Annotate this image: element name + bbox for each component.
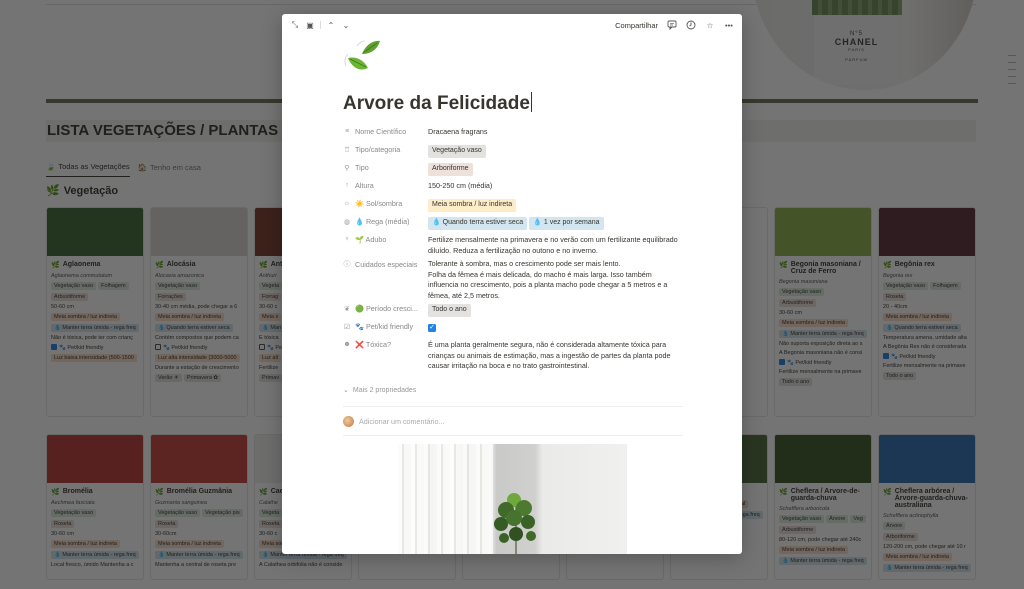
property-value[interactable]: Meia sombra / luz indireta [428,196,518,212]
property-tag[interactable]: Todo o ano [428,304,471,317]
trophy-icon: ♖ [343,146,351,154]
fertilizer-icon: ♆ [344,236,350,243]
property-key[interactable]: ☑ 🐾 Pet/kid friendly [343,319,428,331]
property-row: ☻ ❌ Tóxica? É uma planta geralmente segura… [343,337,683,372]
property-value[interactable]: Vegetação vaso [428,142,488,158]
modal-topbar: ⤡ ▣ ⌃ ⌄ Compartilhar ☆ ••• [282,14,742,36]
property-name: 🐾 Pet/kid friendly [355,322,414,331]
property-value[interactable]: É uma planta geralmente segura, não é co… [428,337,683,372]
property-text: 150-250 cm (média) [428,181,493,190]
more-icon[interactable]: ••• [724,20,734,30]
property-row: ◍ 💧 Rega (média) 💧 Quando terra estiver se… [343,214,683,232]
property-value[interactable]: Fertilize mensalmente na primavera e no … [428,232,683,256]
plant-photo [398,444,627,554]
property-value[interactable]: Dracaena fragrans [428,124,683,138]
property-key[interactable]: ♖ Tipo/categoria [343,142,428,154]
avatar [343,416,354,427]
page-peek-modal: ⤡ ▣ ⌃ ⌄ Compartilhar ☆ ••• Arvore da Fel… [282,14,742,554]
property-name: Cuidados especiais [355,259,418,269]
property-value[interactable]: ✓ [428,319,436,333]
property-text: Dracaena fragrans [428,127,488,136]
property-name: 🌱 Adubo [355,235,387,244]
divider [343,406,683,407]
property-key[interactable]: ♆ 🌱 Adubo [343,232,428,244]
more-properties-label: Mais 2 propriedades [352,386,417,394]
curtain [398,444,493,554]
property-tag[interactable]: 💧 Quando terra estiver seca [428,217,528,230]
expand-icon[interactable]: ⤡ [290,20,300,30]
property-key[interactable]: ◍ 💧 Rega (média) [343,214,428,226]
divider [320,21,321,29]
property-name: Tipo [355,163,369,172]
property-name: Altura [355,181,374,190]
share-button[interactable]: Compartilhar [615,21,658,30]
property-tag[interactable]: 💧 1 vez por semana [529,217,604,230]
property-value[interactable]: Arboriforme [428,160,475,176]
skull-icon: ☻ [343,341,351,348]
property-key[interactable]: ≡ Nome Científico [343,124,428,136]
property-key[interactable]: ↑ Altura [343,178,428,190]
property-value[interactable]: 💧 Quando terra estiver seca 💧 1 vez por s… [428,214,606,230]
property-value[interactable]: 150-250 cm (média) [428,178,683,192]
property-row: ☼ ☀️ Sol/sombra Meia sombra / luz indireta [343,196,683,214]
property-text: É uma planta geralmente segura, não é co… [428,340,671,370]
property-value[interactable]: Tolerante à sombra, mas o crescimento po… [428,256,683,301]
chevron-up-icon[interactable]: ⌃ [326,20,336,30]
history-icon[interactable] [686,20,696,30]
property-text: Fertilize mensalmente na primavera e no … [428,235,678,255]
text-icon: ≡ [344,128,350,135]
property-key[interactable]: ⚲ Tipo [343,160,428,172]
property-value[interactable]: Todo o ano [428,301,473,317]
property-text: Tolerante à sombra, mas o crescimento po… [428,259,621,268]
property-tag[interactable]: Vegetação vaso [428,145,486,158]
property-text: Folha da fêmea é mais delicada, do macho… [428,269,668,300]
page-emoji-icon[interactable] [342,36,382,76]
tree-icon: ⚲ [344,164,350,172]
sun-icon: ☼ [343,200,351,207]
property-row: ⓘ Cuidados especiais Tolerante à sombra, m… [343,256,683,301]
leaf-icon: ❦ [344,305,350,313]
comment-placeholder[interactable]: Adicionar um comentário... [359,417,445,426]
chevron-down-icon: ⌄ [343,387,349,394]
comment-icon[interactable] [667,20,677,30]
property-name: 🟢 Período cresci... [355,304,418,313]
property-key[interactable]: ☼ ☀️ Sol/sombra [343,196,428,208]
property-name: Tipo/categoria [355,145,401,154]
info-icon: ⓘ [343,261,351,268]
tree-image [494,493,536,554]
watering-icon: ◍ [343,218,351,226]
page-title-text[interactable]: Arvore da Felicidade [343,93,530,114]
property-tag[interactable]: Arboriforme [428,163,473,176]
checkbox-checked[interactable]: ✓ [428,324,436,332]
more-properties-toggle[interactable]: ⌄ Mais 2 propriedades [343,386,417,395]
properties-list: ≡ Nome Científico Dracaena fragrans ♖ Tipo/c… [343,124,683,372]
arrow-up-icon: ↑ [345,182,349,189]
property-key[interactable]: ⓘ Cuidados especiais [343,256,428,269]
property-row: ❦ 🟢 Período cresci... Todo o ano [343,301,683,319]
property-row: ♆ 🌱 Adubo Fertilize mensalmente na primave… [343,232,683,256]
property-row: ↑ Altura 150-250 cm (média) [343,178,683,196]
property-row: ≡ Nome Científico Dracaena fragrans [343,124,683,142]
divider [343,435,683,436]
property-name: Nome Científico [355,127,407,136]
star-icon[interactable]: ☆ [705,20,715,30]
chevron-down-icon[interactable]: ⌄ [341,20,351,30]
property-tag[interactable]: Meia sombra / luz indireta [428,199,517,212]
page-title[interactable]: Arvore da Felicidade [343,92,532,115]
property-row: ⚲ Tipo Arboriforme [343,160,683,178]
property-row: ♖ Tipo/categoria Vegetação vaso [343,142,683,160]
comment-input[interactable]: Adicionar um comentário... [343,416,445,427]
property-name: 💧 Rega (média) [355,217,410,226]
text-cursor [530,92,532,112]
side-peek-icon[interactable]: ▣ [305,20,315,30]
checkbox-icon: ☑ [343,323,351,331]
property-name: ☀️ Sol/sombra [355,199,403,208]
property-key[interactable]: ❦ 🟢 Período cresci... [343,301,428,313]
property-row: ☑ 🐾 Pet/kid friendly ✓ [343,319,683,337]
property-name: ❌ Tóxica? [355,340,391,349]
property-key[interactable]: ☻ ❌ Tóxica? [343,337,428,349]
